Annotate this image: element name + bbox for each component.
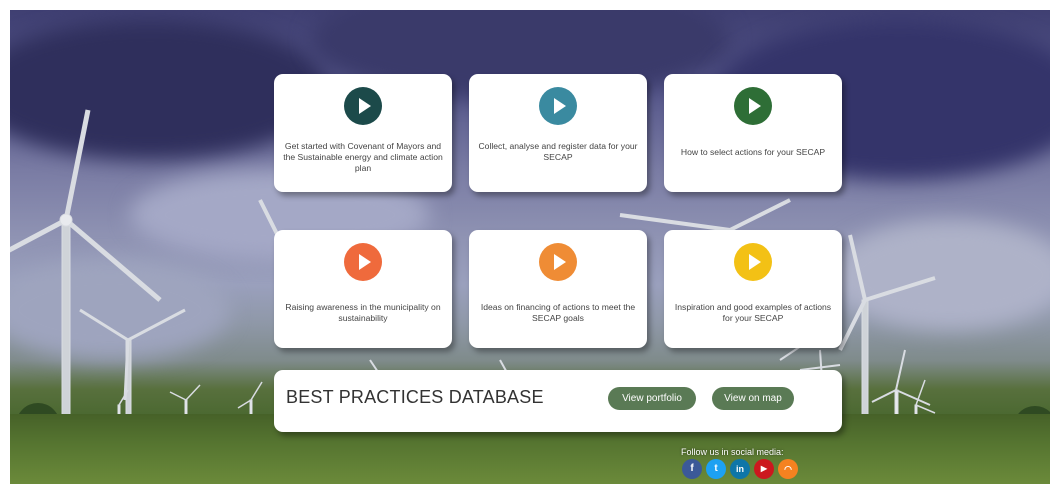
card-label: Raising awareness in the municipality on…: [285, 302, 441, 323]
play-icon[interactable]: [734, 243, 772, 281]
play-icon[interactable]: [734, 87, 772, 125]
card-get-started[interactable]: Get started with Covenant of Mayors and …: [274, 74, 452, 192]
card-label: Collect, analyse and register data for y…: [478, 141, 638, 162]
twitter-icon[interactable]: t: [706, 459, 726, 479]
card-inspiration[interactable]: Inspiration and good examples of actions…: [664, 230, 842, 348]
card-label: Ideas on financing of actions to meet th…: [480, 302, 636, 323]
card-label: Get started with Covenant of Mayors and …: [283, 141, 443, 173]
play-icon[interactable]: [539, 243, 577, 281]
rss-icon[interactable]: ◠: [778, 459, 798, 479]
social-label: Follow us in social media:: [681, 447, 784, 457]
card-raising-awareness[interactable]: Raising awareness in the municipality on…: [274, 230, 452, 348]
linkedin-icon[interactable]: in: [730, 459, 750, 479]
card-financing[interactable]: Ideas on financing of actions to meet th…: [469, 230, 647, 348]
play-icon[interactable]: [344, 243, 382, 281]
card-select-actions[interactable]: How to select actions for your SECAP: [664, 74, 842, 192]
best-practices-panel: BEST PRACTICES DATABASE View portfolio V…: [274, 370, 842, 432]
best-practices-title: BEST PRACTICES DATABASE: [286, 387, 544, 407]
play-icon[interactable]: [539, 87, 577, 125]
card-label: Inspiration and good examples of actions…: [674, 302, 832, 323]
facebook-icon[interactable]: f: [682, 459, 702, 479]
card-collect-data[interactable]: Collect, analyse and register data for y…: [469, 74, 647, 192]
view-on-map-button[interactable]: View on map: [712, 387, 794, 410]
youtube-icon[interactable]: ▶: [754, 459, 774, 479]
view-portfolio-button[interactable]: View portfolio: [608, 387, 696, 410]
card-label: How to select actions for your SECAP: [680, 147, 826, 157]
play-icon[interactable]: [344, 87, 382, 125]
